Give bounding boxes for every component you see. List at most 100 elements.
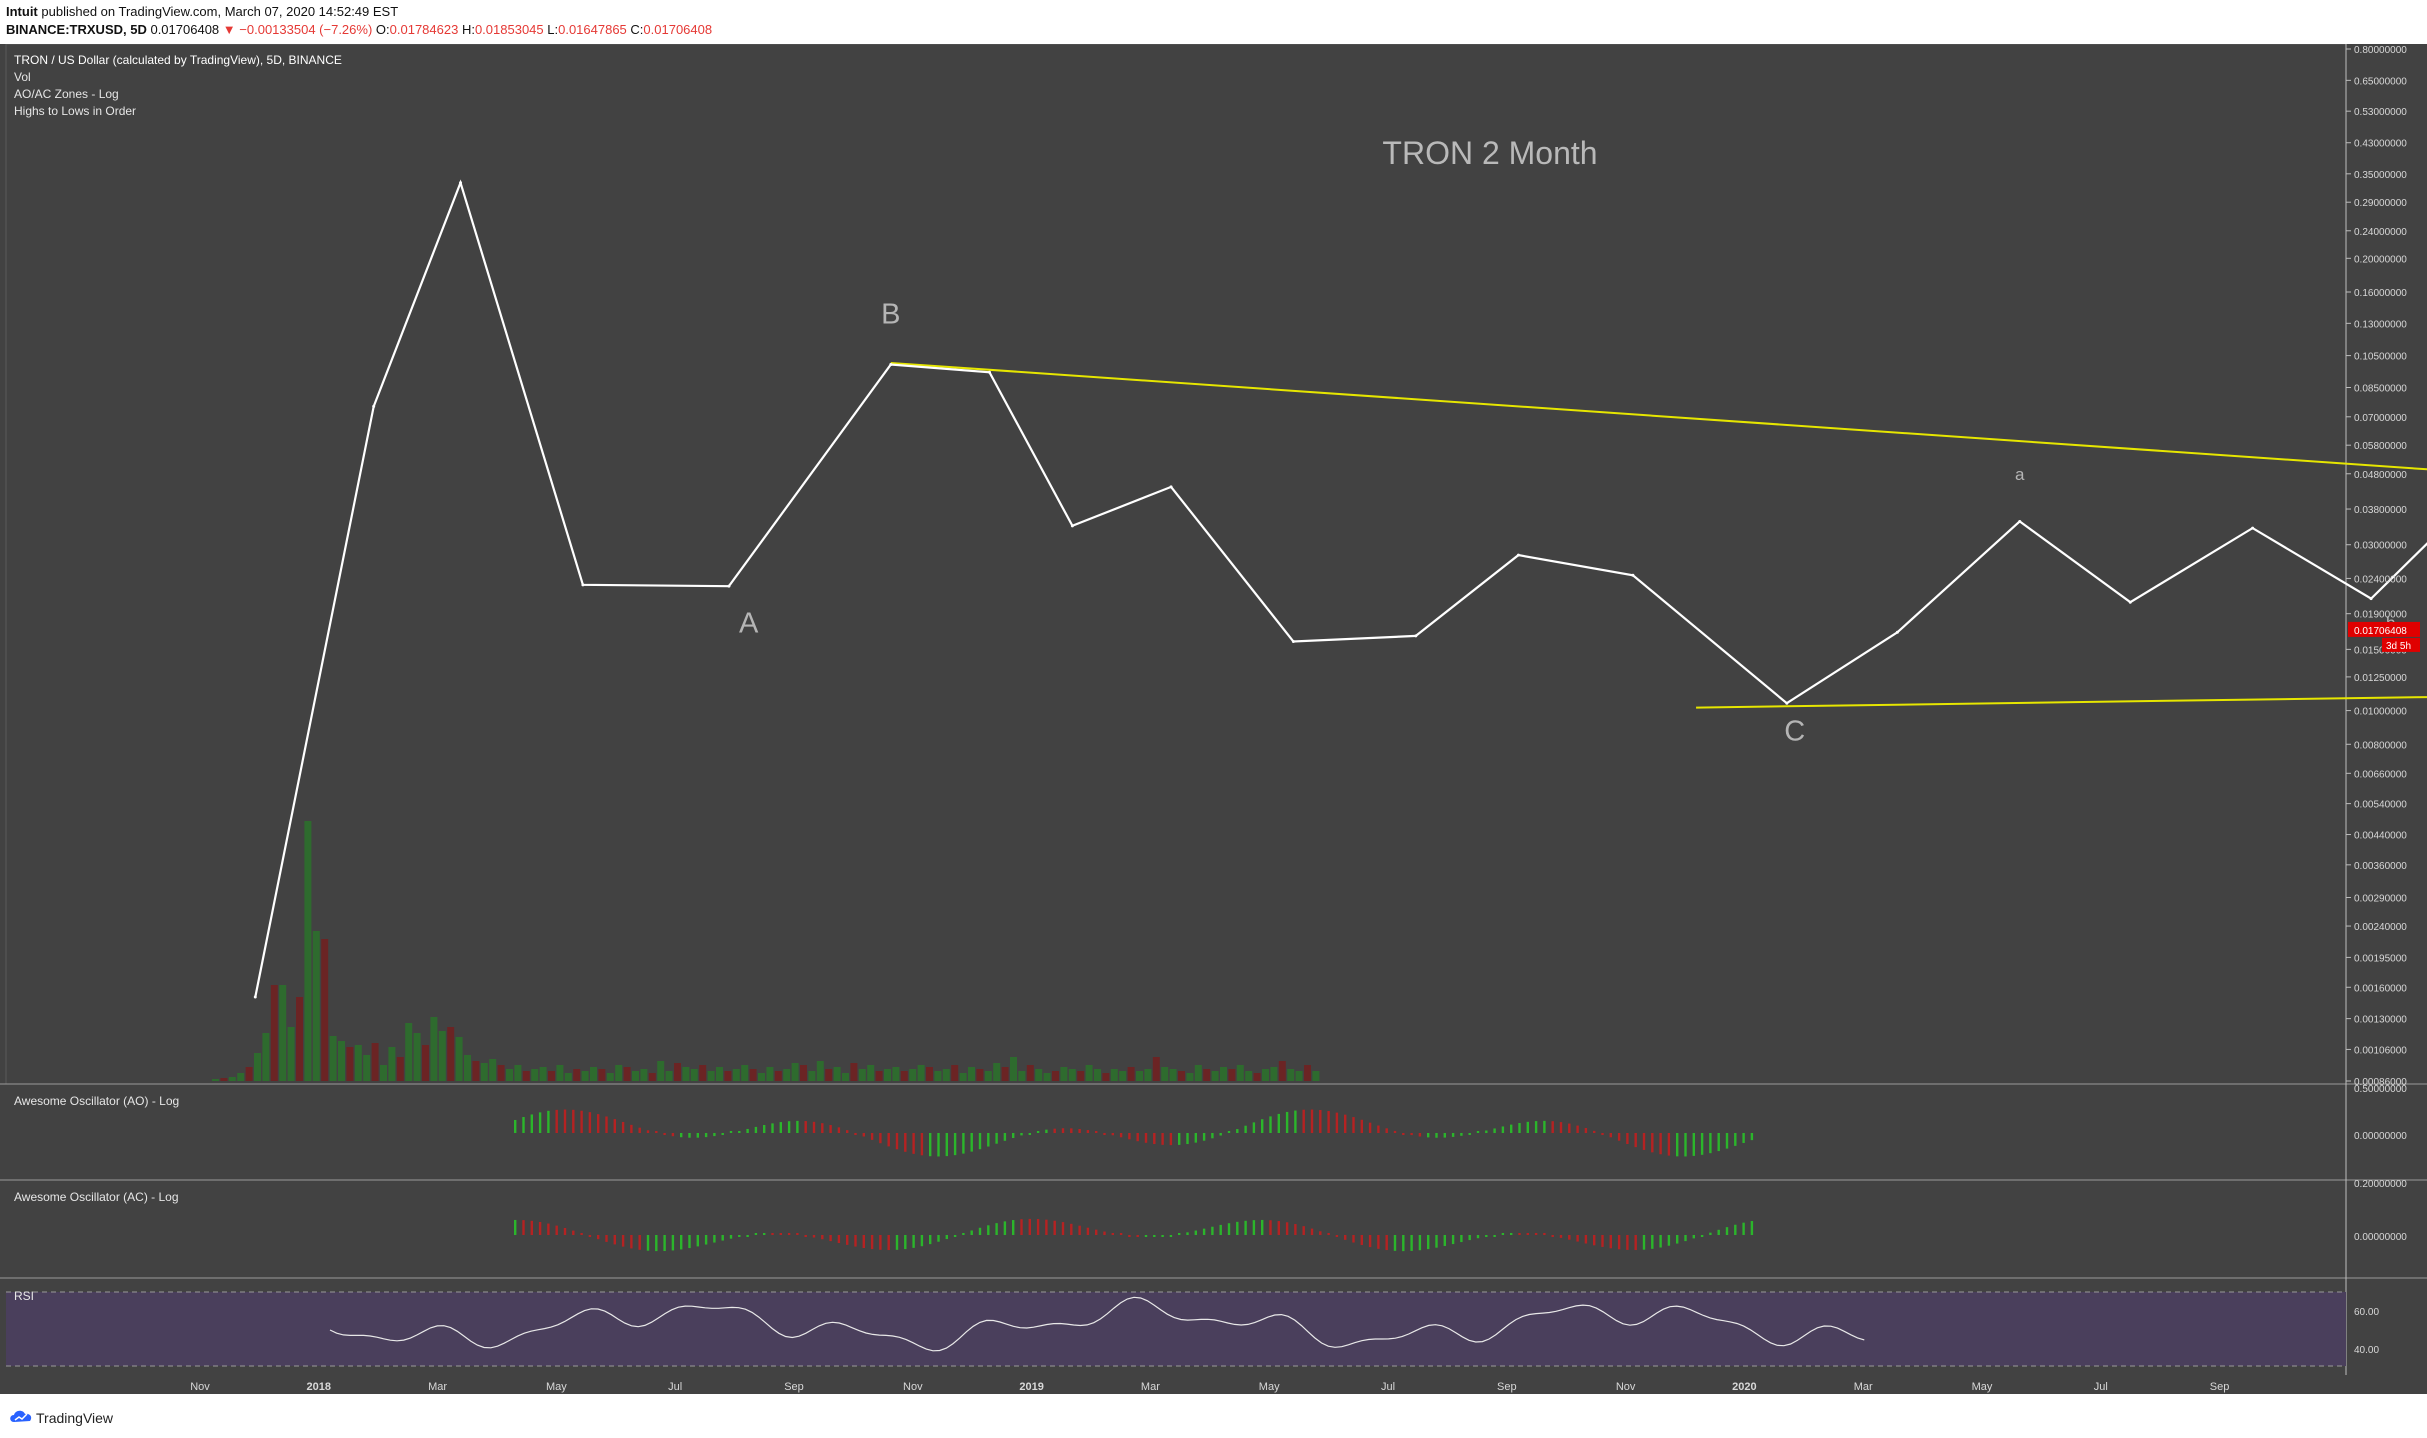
chart-area[interactable]: TRON 2 MonthABCDEabcabcdefg 0.800000000.…: [0, 43, 2427, 1394]
volume-bar: [455, 1037, 463, 1081]
ac-histogram-bar: [929, 1235, 932, 1245]
y-tick-label: 0.00290000: [2354, 893, 2407, 904]
y-tick-label: 0.00440000: [2354, 831, 2407, 842]
ao-histogram-bar: [1510, 1124, 1513, 1133]
ac-histogram-bar: [1526, 1233, 1529, 1235]
ac-histogram-bar: [953, 1235, 957, 1237]
volume-bar: [237, 1073, 245, 1081]
ac-histogram-bar: [1725, 1227, 1729, 1235]
ac-histogram-bar: [1178, 1233, 1181, 1235]
ao-histogram-bar: [1012, 1133, 1015, 1139]
volume-bar: [783, 1069, 791, 1081]
ac-histogram-bar: [879, 1235, 882, 1250]
volume-bar: [598, 1069, 606, 1081]
tradingview-logo-icon[interactable]: [8, 1408, 34, 1424]
ao-histogram-bar: [1028, 1133, 1031, 1135]
ao-histogram-bar: [771, 1123, 774, 1133]
volume-bar: [590, 1067, 597, 1081]
ac-histogram-bar: [605, 1235, 608, 1242]
volume-bar: [438, 1031, 446, 1081]
ac-histogram-bar: [1153, 1235, 1156, 1237]
ohlc-open-value: 0.01784623: [389, 22, 459, 37]
x-tick-label: Sep: [2210, 1381, 2230, 1393]
volume-bar: [699, 1065, 707, 1081]
ac-histogram-bar: [1377, 1235, 1380, 1249]
volume-bar: [1169, 1069, 1177, 1081]
ao-histogram-bar: [1700, 1133, 1704, 1155]
y-tick-label: 0.03000000: [2354, 541, 2407, 552]
ac-histogram-bar: [1418, 1235, 1422, 1251]
tradingview-brand[interactable]: TradingView: [36, 1410, 113, 1426]
ao-histogram-bar: [937, 1133, 940, 1157]
ao-histogram-bar: [1543, 1120, 1546, 1133]
volume-bar: [984, 1071, 992, 1081]
ac-histogram-bar: [514, 1219, 517, 1235]
ao-histogram-bar: [796, 1120, 799, 1133]
x-tick-label: Nov: [1616, 1381, 1636, 1393]
volume-bar: [581, 1071, 589, 1081]
ao-histogram-bar: [1103, 1133, 1106, 1135]
volume-bar: [1052, 1071, 1059, 1081]
rsi-band: [6, 1292, 2346, 1366]
ac-histogram-bar: [1335, 1235, 1339, 1238]
ao-histogram-bar: [547, 1110, 550, 1133]
ac-histogram-bar: [1161, 1235, 1164, 1237]
ao-histogram-bar: [1086, 1130, 1090, 1133]
ac-histogram-bar: [812, 1235, 816, 1238]
ao-histogram-bar: [1659, 1133, 1662, 1155]
y-tick-label: 0.00540000: [2354, 800, 2407, 811]
ac-histogram-bar: [1352, 1235, 1355, 1243]
publish-header: Intuit published on TradingView.com, Mar…: [0, 0, 2427, 44]
ac-histogram-bar: [1626, 1235, 1629, 1250]
volume-bar: [489, 1059, 497, 1081]
volume-bar: [506, 1069, 513, 1081]
y-tick-label: 0.53000000: [2354, 107, 2407, 118]
ac-histogram-bar: [1617, 1235, 1621, 1250]
volume-bar: [909, 1069, 917, 1081]
ao-histogram-bar: [1410, 1133, 1413, 1136]
ao-histogram-bar: [1493, 1128, 1496, 1133]
volume-bar: [296, 997, 303, 1081]
x-tick-label: Nov: [190, 1381, 210, 1393]
volume-bar: [1270, 1067, 1278, 1081]
ac-histogram-bar: [597, 1235, 600, 1240]
price-pane-frame: [5, 43, 2347, 1085]
ac-histogram-bar: [1402, 1235, 1405, 1252]
volume-bar: [354, 1045, 362, 1081]
published-text: published on TradingView.com, March 07, …: [41, 4, 399, 19]
volume-bar: [1144, 1069, 1152, 1081]
volume-bar: [1010, 1057, 1017, 1081]
ac-histogram-bar: [1501, 1233, 1505, 1235]
ac-histogram-bar: [1593, 1235, 1596, 1246]
volume-bar: [1094, 1069, 1101, 1081]
price-point: [1414, 634, 1418, 638]
ao-histogram-bar: [1725, 1133, 1729, 1149]
y-tick-label: 0.80000000: [2354, 45, 2407, 56]
ac-histogram-bar: [887, 1235, 890, 1251]
ao-histogram-bar: [970, 1133, 973, 1152]
ac-histogram-bar: [912, 1235, 915, 1248]
price-point: [1895, 630, 1899, 634]
ao-histogram-bar: [1128, 1133, 1131, 1140]
ac-histogram-bar: [1285, 1222, 1289, 1235]
ac-histogram-bar: [1302, 1226, 1305, 1235]
ao-histogram-bar: [514, 1119, 517, 1133]
ao-histogram-bar: [978, 1133, 982, 1150]
volume-bar: [741, 1065, 749, 1081]
ao-histogram-bar: [787, 1121, 791, 1133]
main-legend: TRON / US Dollar (calculated by TradingV…: [14, 53, 342, 67]
volume-bar: [228, 1077, 236, 1081]
ao-histogram-bar: [655, 1131, 658, 1133]
publisher-name[interactable]: Intuit: [6, 4, 38, 19]
ac-histogram-bar: [829, 1235, 832, 1242]
ac-histogram-bar: [1277, 1221, 1280, 1235]
ao-histogram-bar: [804, 1121, 807, 1133]
chart-canvas[interactable]: TRON 2 MonthABCDEabcabcdefg 0.800000000.…: [0, 43, 2427, 1394]
price-point: [253, 995, 257, 999]
down-arrow-icon: ▼: [222, 22, 236, 37]
volume-bar: [1203, 1069, 1211, 1081]
y-tick-label: 0.29000000: [2354, 198, 2407, 209]
publish-line: Intuit published on TradingView.com, Mar…: [6, 4, 398, 19]
y-tick-label: 0.01000000: [2354, 707, 2407, 718]
ao-histogram-bar: [746, 1128, 749, 1133]
